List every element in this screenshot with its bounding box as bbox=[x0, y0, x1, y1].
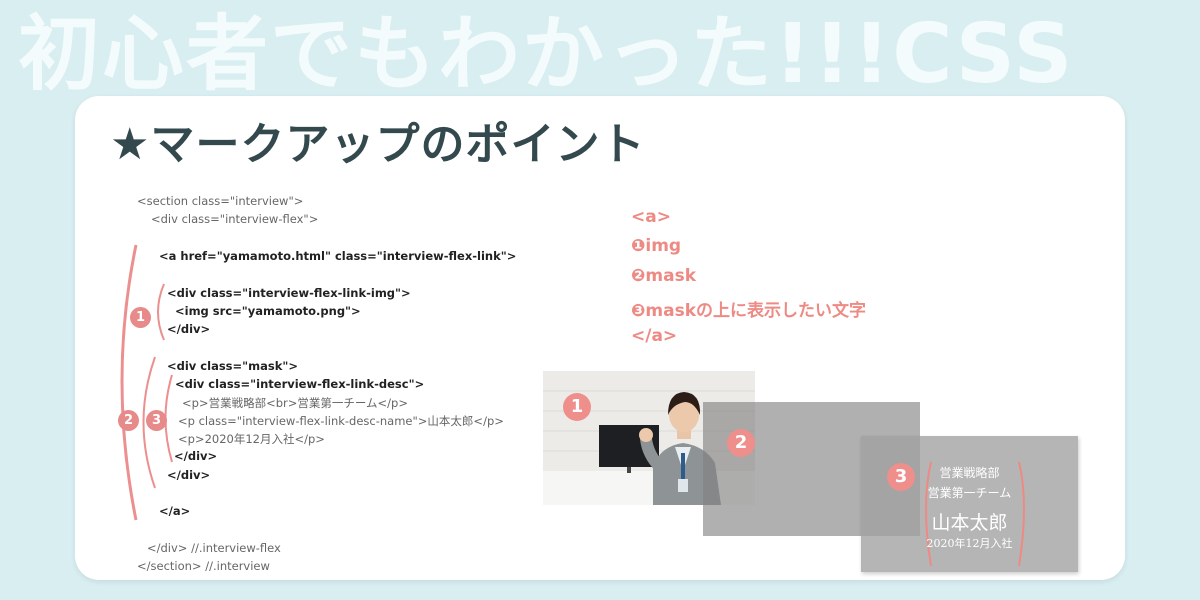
legend-mask: ❷mask bbox=[631, 266, 697, 286]
photo-marker-two: 2 bbox=[727, 429, 755, 457]
legend-mask-text: ❸maskの上に表示したい文字 bbox=[631, 301, 867, 321]
legend-a-open: <a> bbox=[631, 207, 671, 227]
legend-img: ❶img bbox=[631, 236, 682, 256]
legend-a-close: </a> bbox=[631, 326, 678, 346]
desc-joined: 2020年12月入社 bbox=[926, 537, 1013, 550]
photo-marker-one: 1 bbox=[563, 393, 591, 421]
marker-one: 1 bbox=[130, 307, 151, 328]
description-brackets bbox=[925, 461, 1025, 567]
marker-three: 3 bbox=[146, 410, 167, 431]
photo-marker-three: 3 bbox=[887, 463, 915, 491]
bracket-outer bbox=[120, 244, 138, 521]
bracket-one bbox=[157, 283, 165, 341]
marker-two: 2 bbox=[118, 410, 139, 431]
desc-name: 山本太郎 bbox=[931, 512, 1008, 534]
description-box: 営業戦略部 営業第一チーム 山本太郎 2020年12月入社 bbox=[861, 436, 1078, 572]
